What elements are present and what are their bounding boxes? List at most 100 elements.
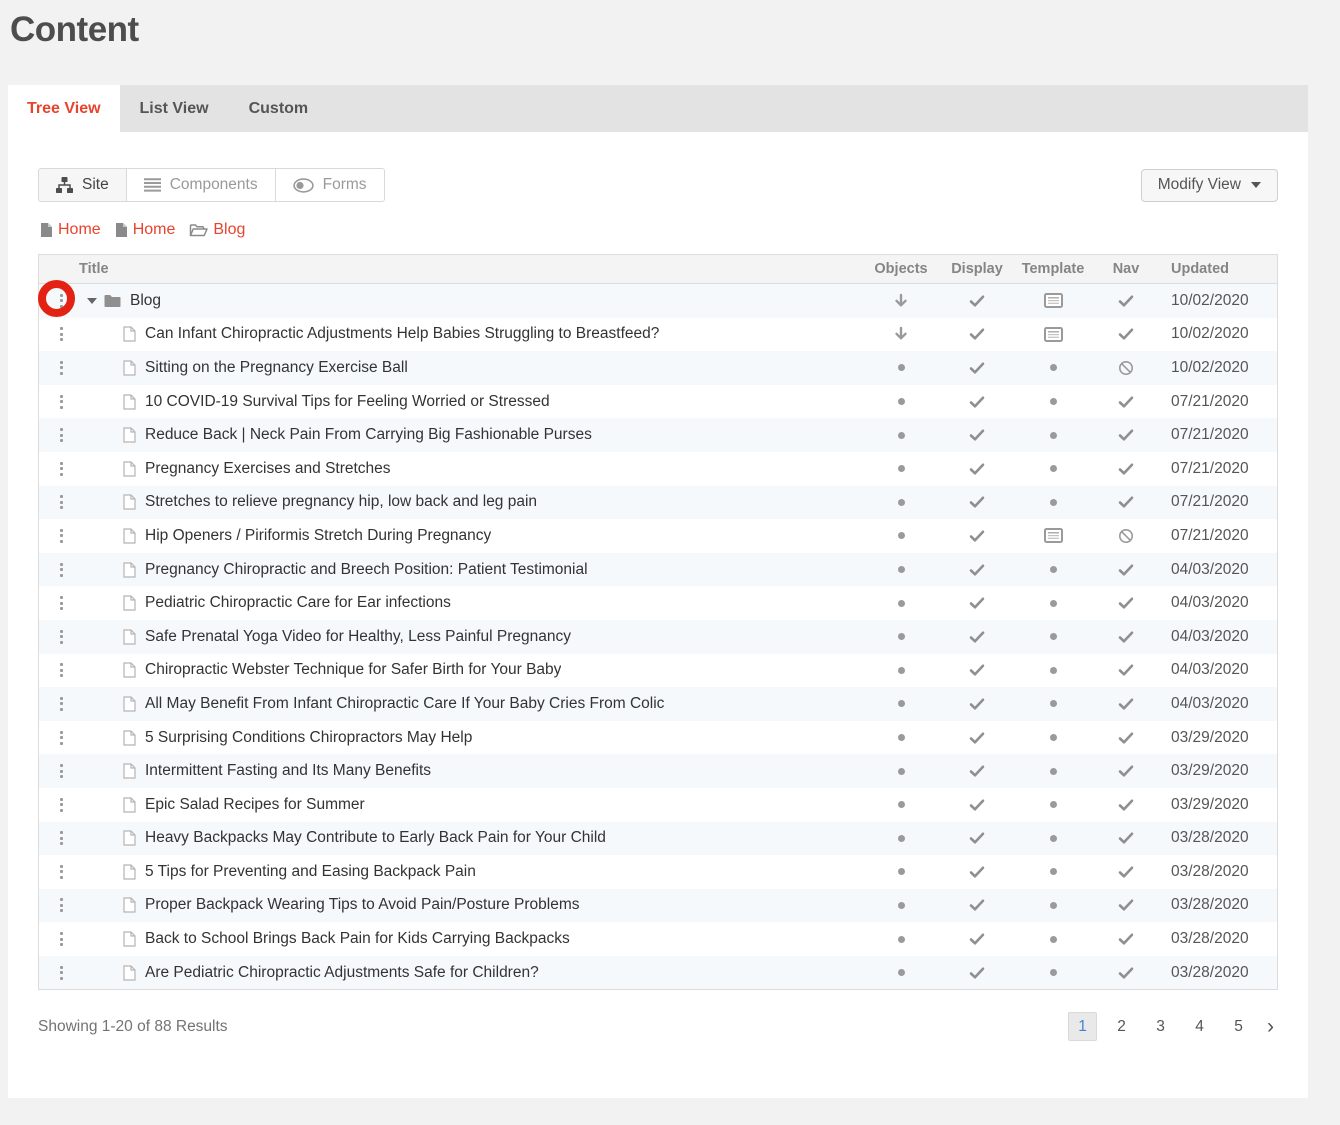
row-menu-kebab-icon[interactable] [39, 293, 83, 308]
row-title[interactable]: Pregnancy Exercises and Stretches [145, 460, 391, 478]
row-title[interactable]: Are Pediatric Chiropractic Adjustments S… [145, 964, 539, 982]
table-row[interactable]: Chiropractic Webster Technique for Safer… [39, 654, 1277, 688]
row-title[interactable]: Hip Openers / Piriformis Stretch During … [145, 527, 491, 545]
row-menu-kebab-icon[interactable] [39, 461, 83, 476]
row-menu-kebab-icon[interactable] [39, 663, 83, 678]
table-row[interactable]: Safe Prenatal Yoga Video for Healthy, Le… [39, 619, 1277, 654]
table-row[interactable]: 10 COVID-19 Survival Tips for Feeling Wo… [39, 385, 1277, 419]
row-title[interactable]: Reduce Back | Neck Pain From Carrying Bi… [145, 426, 592, 444]
row-menu-kebab-icon[interactable] [39, 360, 83, 375]
components-button[interactable]: Components [125, 168, 276, 202]
page-button-4[interactable]: 4 [1185, 1012, 1214, 1041]
table-row[interactable]: Proper Backpack Wearing Tips to Avoid Pa… [39, 888, 1277, 923]
row-menu-kebab-icon[interactable] [39, 764, 83, 779]
row-title[interactable]: All May Benefit From Infant Chiropractic… [145, 695, 664, 713]
row-menu-kebab-icon[interactable] [39, 696, 83, 711]
sitemap-icon [56, 177, 73, 193]
row-title[interactable]: Safe Prenatal Yoga Video for Healthy, Le… [145, 628, 571, 646]
row-menu-kebab-icon[interactable] [39, 428, 83, 443]
row-menu-kebab-icon[interactable] [39, 629, 83, 644]
row-title[interactable]: Proper Backpack Wearing Tips to Avoid Pa… [145, 896, 580, 914]
row-updated: 10/02/2020 [1171, 291, 1249, 309]
row-menu-kebab-icon[interactable] [39, 495, 83, 510]
objects-dot-icon [897, 801, 905, 809]
column-header-updated[interactable]: Updated [1161, 261, 1277, 277]
table-row[interactable]: 5 Surprising Conditions Chiropractors Ma… [39, 721, 1277, 755]
tab-tree-view[interactable]: Tree View [8, 85, 120, 132]
column-header-objects[interactable]: Objects [863, 261, 939, 277]
table-row[interactable]: Pregnancy Chiropractic and Breech Positi… [39, 552, 1277, 587]
nav-ban-icon [1118, 360, 1134, 376]
page-button-2[interactable]: 2 [1107, 1012, 1136, 1041]
page-button-3[interactable]: 3 [1146, 1012, 1175, 1041]
table-row[interactable]: Reduce Back | Neck Pain From Carrying Bi… [39, 418, 1277, 452]
table-row[interactable]: 5 Tips for Preventing and Easing Backpac… [39, 855, 1277, 889]
row-menu-kebab-icon[interactable] [39, 797, 83, 812]
display-check-icon [969, 462, 985, 476]
column-header-nav[interactable]: Nav [1091, 261, 1161, 277]
column-header-display[interactable]: Display [939, 261, 1015, 277]
row-title[interactable]: Epic Salad Recipes for Summer [145, 796, 365, 814]
caret-down-icon[interactable] [87, 297, 97, 304]
site-button[interactable]: Site [38, 168, 127, 202]
row-title[interactable]: Back to School Brings Back Pain for Kids… [145, 930, 570, 948]
breadcrumb-item-home-1[interactable]: Home [40, 221, 101, 239]
row-title[interactable]: 10 COVID-19 Survival Tips for Feeling Wo… [145, 393, 550, 411]
nav-check-icon [1118, 495, 1134, 509]
row-menu-kebab-icon[interactable] [39, 898, 83, 913]
column-header-title[interactable]: Title [39, 261, 863, 277]
objects-dot-icon [897, 431, 905, 439]
row-title[interactable]: Pediatric Chiropractic Care for Ear infe… [145, 594, 451, 612]
row-menu-kebab-icon[interactable] [39, 327, 83, 342]
table-row[interactable]: Can Infant Chiropractic Adjustments Help… [39, 318, 1277, 352]
table-row[interactable]: Heavy Backpacks May Contribute to Early … [39, 821, 1277, 856]
breadcrumb-item-blog[interactable]: Blog [189, 221, 245, 239]
row-menu-kebab-icon[interactable] [39, 831, 83, 846]
row-menu-kebab-icon[interactable] [39, 932, 83, 947]
table-row[interactable]: Stretches to relieve pregnancy hip, low … [39, 485, 1277, 520]
row-menu-kebab-icon[interactable] [39, 730, 83, 745]
nav-check-icon [1118, 395, 1134, 409]
row-menu-kebab-icon[interactable] [39, 965, 83, 980]
row-menu-kebab-icon[interactable] [39, 394, 83, 409]
row-title[interactable]: Sitting on the Pregnancy Exercise Ball [145, 359, 408, 377]
page-button-1[interactable]: 1 [1068, 1012, 1097, 1042]
table-row[interactable]: Pediatric Chiropractic Care for Ear infe… [39, 586, 1277, 620]
row-title[interactable]: Heavy Backpacks May Contribute to Early … [145, 829, 606, 847]
table-row[interactable]: Epic Salad Recipes for Summer 03/29/2020 [39, 788, 1277, 822]
template-dot-icon [1049, 901, 1057, 909]
row-menu-kebab-icon[interactable] [39, 596, 83, 611]
file-icon [123, 561, 136, 578]
row-title[interactable]: Intermittent Fasting and Its Many Benefi… [145, 762, 431, 780]
tab-custom[interactable]: Custom [229, 85, 329, 132]
tab-list-view[interactable]: List View [120, 85, 229, 132]
table-row[interactable]: All May Benefit From Infant Chiropractic… [39, 687, 1277, 721]
table-row[interactable]: Back to School Brings Back Pain for Kids… [39, 922, 1277, 956]
row-menu-kebab-icon[interactable] [39, 562, 83, 577]
table-row[interactable]: Sitting on the Pregnancy Exercise Ball 10… [39, 351, 1277, 385]
forms-button[interactable]: Forms [274, 168, 385, 202]
row-menu-kebab-icon[interactable] [39, 528, 83, 543]
breadcrumb-item-home-2[interactable]: Home [115, 221, 175, 239]
table-row[interactable]: Intermittent Fasting and Its Many Benefi… [39, 754, 1277, 788]
row-title[interactable]: 5 Surprising Conditions Chiropractors Ma… [145, 729, 472, 747]
table-row-folder[interactable]: Blog 10/02/2020 [39, 284, 1277, 318]
column-header-template[interactable]: Template [1015, 261, 1091, 277]
row-title[interactable]: Chiropractic Webster Technique for Safer… [145, 661, 561, 679]
row-menu-kebab-icon[interactable] [39, 864, 83, 879]
row-title[interactable]: Stretches to relieve pregnancy hip, low … [145, 493, 537, 511]
display-check-icon [969, 966, 985, 980]
row-updated: 04/03/2020 [1171, 661, 1249, 679]
row-title[interactable]: 5 Tips for Preventing and Easing Backpac… [145, 863, 476, 881]
page-button-5[interactable]: 5 [1224, 1012, 1253, 1041]
row-title[interactable]: Pregnancy Chiropractic and Breech Positi… [145, 561, 588, 579]
table-row[interactable]: Are Pediatric Chiropractic Adjustments S… [39, 955, 1277, 990]
modify-view-button[interactable]: Modify View [1140, 168, 1278, 202]
table-row[interactable]: Hip Openers / Piriformis Stretch During … [39, 519, 1277, 553]
display-check-icon [969, 865, 985, 879]
next-page-chevron-icon[interactable]: › [1263, 1014, 1278, 1040]
table-row[interactable]: Pregnancy Exercises and Stretches 07/21/2… [39, 452, 1277, 486]
template-dot-icon [1049, 465, 1057, 473]
row-title[interactable]: Can Infant Chiropractic Adjustments Help… [145, 325, 659, 343]
row-title[interactable]: Blog [130, 292, 161, 310]
